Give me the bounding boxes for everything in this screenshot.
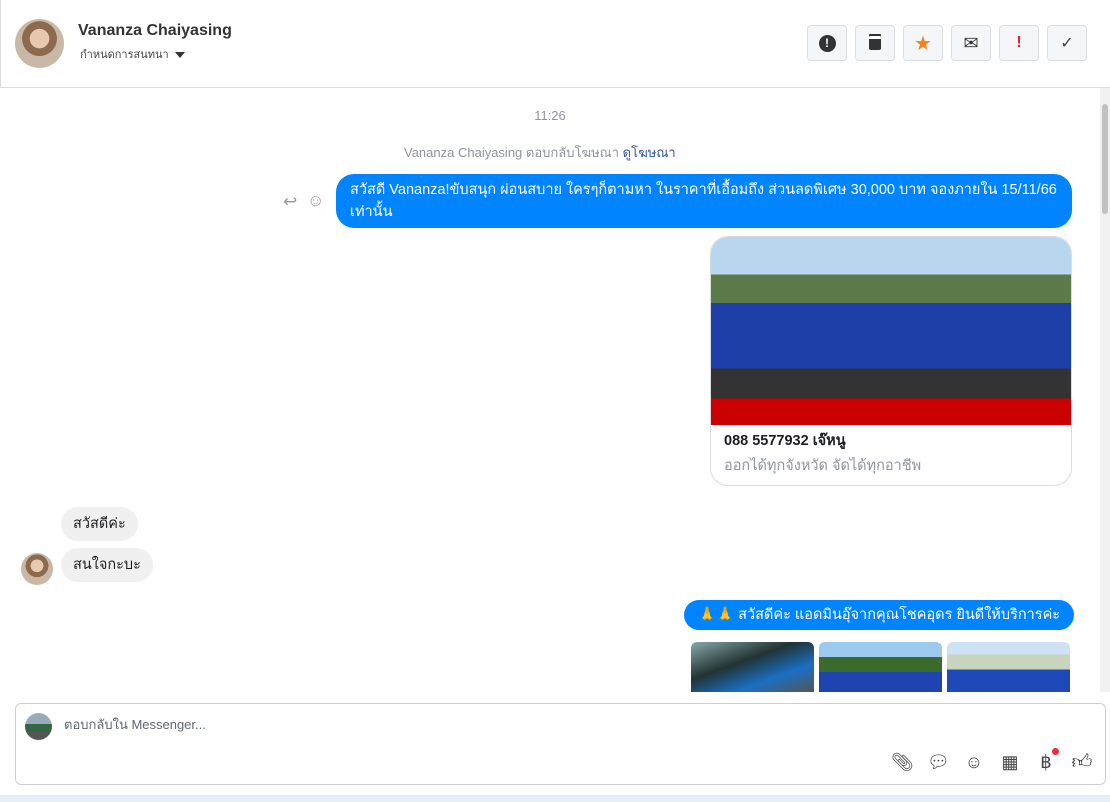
alert-circle-icon: ! bbox=[818, 34, 836, 52]
conversation-settings-dropdown[interactable]: กำหนดการสนทนา bbox=[80, 45, 185, 63]
paperclip-icon[interactable]: 📎︎ bbox=[891, 752, 914, 773]
baht-icon[interactable]: ฿ bbox=[1035, 747, 1059, 773]
engine-photo[interactable] bbox=[691, 642, 814, 692]
message-thread: 11:26 Vananza Chaiyasing ตอบกลับโฆษณา ดู… bbox=[0, 88, 1100, 692]
star-icon: ★ bbox=[914, 32, 932, 55]
incoming-message: สนใจกะบะ bbox=[61, 548, 153, 582]
action-toolbar: ! ★ ✉ ! ✓ bbox=[807, 25, 1087, 61]
ad-reply-note: Vananza Chaiyasing ตอบกลับโฆษณา ดูโฆษณา bbox=[404, 142, 676, 163]
footer-strip bbox=[0, 795, 1110, 802]
contact-avatar[interactable] bbox=[15, 19, 64, 68]
mark-important-button[interactable]: ! bbox=[999, 25, 1039, 61]
reply-icon[interactable]: ↩ bbox=[283, 192, 297, 212]
mark-done-button[interactable]: ✓ bbox=[1047, 25, 1087, 61]
timestamp: 11:26 bbox=[534, 108, 566, 123]
incoming-message: สวัสดีค่ะ bbox=[61, 507, 138, 541]
ad-car-image bbox=[711, 237, 1071, 425]
delete-button[interactable] bbox=[855, 25, 895, 61]
view-ad-link[interactable]: ดูโฆษณา bbox=[623, 145, 676, 160]
ad-card-title: 088 5577932 เจ๊หนู bbox=[724, 433, 846, 449]
sender-avatar bbox=[21, 553, 53, 585]
outgoing-message: สวัสดี Vananza!ขับสนุก ผ่อนสบาย ใครๆก็ตา… bbox=[336, 174, 1072, 228]
trash-icon bbox=[869, 36, 881, 50]
ad-card-subtitle: ออกได้ทุกจังหวัด จัดได้ทุกอาชีพ bbox=[724, 458, 922, 474]
composer-tools: 📎︎ 💬︎ ☺ ▦ ฿ 👍︎ bbox=[891, 747, 1093, 774]
emoji-icon[interactable]: ☺ bbox=[963, 752, 985, 773]
envelope-icon: ✉ bbox=[963, 32, 979, 53]
mark-spam-button[interactable]: ! bbox=[807, 25, 847, 61]
mark-unread-button[interactable]: ✉ bbox=[951, 25, 991, 61]
scrollbar-thumb[interactable] bbox=[1102, 104, 1108, 214]
conversation-header: Vananza Chaiyasing กำหนดการสนทนา ! ★ ✉ !… bbox=[0, 0, 1110, 88]
ad-card[interactable]: 088 5577932 เจ๊หนู ออกได้ทุกจังหวัด จัดไ… bbox=[710, 236, 1072, 486]
truck-front-photo[interactable] bbox=[819, 642, 942, 692]
message-input[interactable] bbox=[64, 717, 864, 732]
contact-name[interactable]: Vananza Chaiyasing bbox=[78, 22, 232, 40]
star-button[interactable]: ★ bbox=[903, 25, 943, 61]
conversation-settings-label: กำหนดการสนทนา bbox=[80, 49, 169, 61]
ad-reply-text: Vananza Chaiyasing ตอบกลับโฆษณา bbox=[404, 145, 620, 160]
caret-down-icon bbox=[174, 52, 185, 59]
composer: 📎︎ 💬︎ ☺ ▦ ฿ 👍︎ bbox=[15, 703, 1106, 785]
scrollbar[interactable] bbox=[1100, 88, 1110, 692]
thumbs-up-icon[interactable]: 👍︎ bbox=[1071, 750, 1093, 774]
check-icon: ✓ bbox=[1060, 35, 1074, 52]
outgoing-message: 🙏🙏 สวัสดีค่ะ แอดมินอุ๊จากคุณโชคอุดร ยินด… bbox=[684, 600, 1075, 630]
page-avatar bbox=[25, 713, 52, 740]
truck-side-photo[interactable] bbox=[947, 642, 1070, 692]
image-gallery bbox=[691, 642, 1070, 692]
table-icon[interactable]: ▦ bbox=[999, 752, 1021, 773]
notification-dot bbox=[1052, 747, 1059, 755]
chat-bubble-icon[interactable]: 💬︎ bbox=[927, 752, 950, 773]
exclamation-icon: ! bbox=[1016, 34, 1022, 51]
react-emoji-icon[interactable]: ☺ bbox=[307, 191, 324, 211]
